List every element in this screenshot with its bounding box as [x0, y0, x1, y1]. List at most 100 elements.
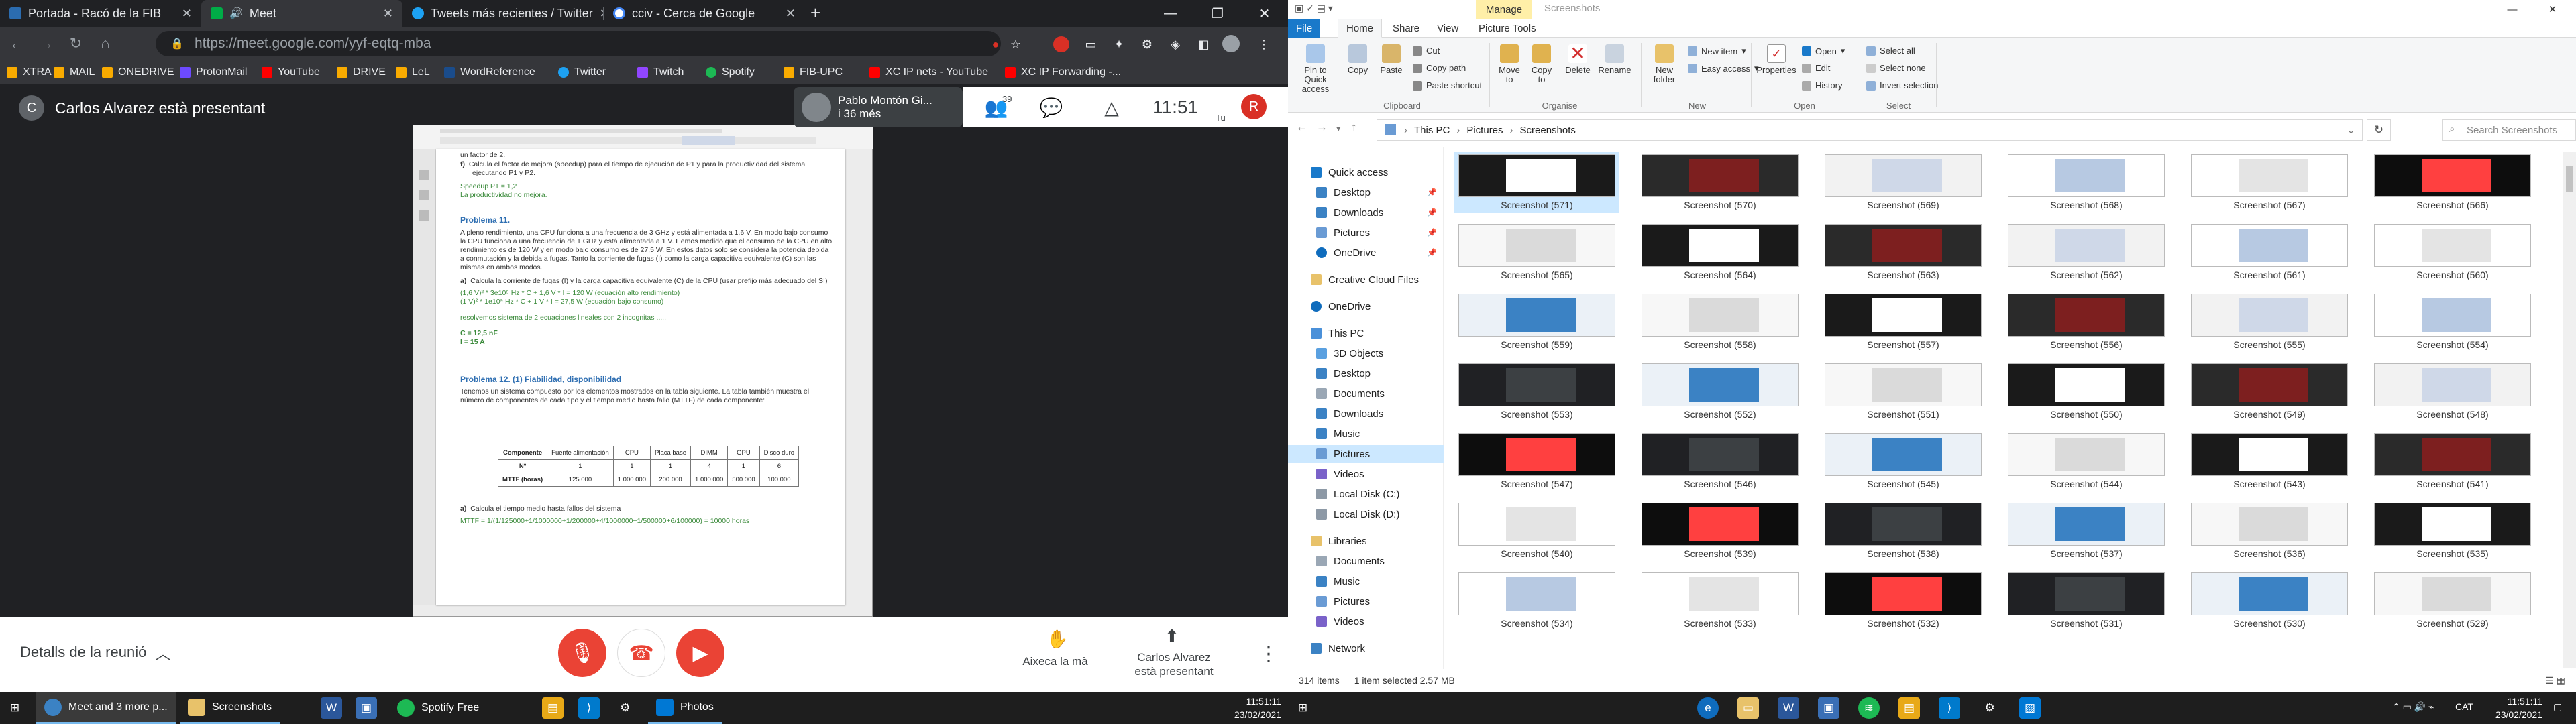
file-thumbnail[interactable]: Screenshot (558)	[1638, 291, 1803, 353]
nav-music[interactable]: Music	[1316, 425, 1360, 442]
file-thumbnail[interactable]: Screenshot (532)	[1821, 570, 1986, 631]
taskbar-explorer-screenshots[interactable]: Screenshots	[180, 692, 280, 724]
bookmark-fib-upc[interactable]: FIB-UPC	[784, 64, 843, 80]
move-to-button[interactable]: Move to	[1495, 44, 1524, 84]
select-none-button[interactable]: Select none	[1866, 63, 1926, 73]
meeting-details-button[interactable]: Detalls de la reunió	[20, 644, 146, 661]
bookmark-twitch[interactable]: Twitch	[637, 64, 684, 80]
search-input[interactable]: ⌕ Search Screenshots	[2442, 119, 2576, 141]
file-thumbnail[interactable]: Screenshot (535)	[2370, 500, 2535, 562]
word-icon[interactable]: W	[321, 697, 342, 719]
back-icon[interactable]: ←	[1296, 121, 1307, 134]
file-thumbnail[interactable]: Screenshot (529)	[2370, 570, 2535, 631]
file-thumbnail[interactable]: Screenshot (544)	[2004, 430, 2169, 492]
nav-downloads[interactable]: Downloads 📌	[1316, 204, 1444, 221]
nav-quick-access[interactable]: Quick access	[1311, 164, 1388, 181]
close-window-button[interactable]: ✕	[2529, 0, 2576, 19]
bookmark-onedrive[interactable]: ONEDRIVE	[102, 64, 174, 80]
file-thumbnail[interactable]: Screenshot (564)	[1638, 221, 1803, 283]
chevron-up-icon[interactable]: ︿	[156, 642, 170, 664]
open-button[interactable]: Open ▾	[1802, 46, 1845, 56]
share-tab[interactable]: Share	[1385, 19, 1428, 38]
recent-locations-icon[interactable]: ▾	[1336, 123, 1341, 134]
file-thumbnail[interactable]: Screenshot (550)	[2004, 361, 2169, 422]
copy-path-button[interactable]: Copy path	[1413, 63, 1466, 73]
breadcrumb-screenshots[interactable]: Screenshots	[1520, 125, 1576, 136]
pin-quick-access-button[interactable]: Pin to Quick access	[1292, 44, 1339, 94]
edit-button[interactable]: Edit	[1802, 63, 1830, 73]
file-thumbnail[interactable]: Screenshot (533)	[1638, 570, 1803, 631]
file-thumbnail[interactable]: Screenshot (539)	[1638, 500, 1803, 562]
nav-libraries[interactable]: Libraries	[1311, 532, 1367, 550]
file-thumbnail[interactable]: Screenshot (554)	[2370, 291, 2535, 353]
activities-icon[interactable]: △	[1095, 94, 1128, 121]
file-thumbnail[interactable]: Screenshot (571)	[1454, 152, 1619, 213]
bookmark-protonmail[interactable]: ProtonMail	[180, 64, 247, 80]
chat-icon[interactable]: 💬	[1034, 94, 1068, 121]
photos-icon[interactable]: ▨	[2019, 697, 2041, 719]
tab-racó-fib[interactable]: Portada - Racó de la FIB ✕	[0, 0, 201, 27]
nav-documents[interactable]: Documents	[1316, 385, 1385, 402]
close-window-button[interactable]: ✕	[1241, 0, 1288, 27]
file-thumbnail[interactable]: Screenshot (540)	[1454, 500, 1619, 562]
invert-selection-button[interactable]: Invert selection	[1866, 80, 1938, 90]
extension-red-icon[interactable]	[1053, 36, 1069, 52]
back-icon[interactable]: ←	[5, 32, 28, 55]
bookmark-twitter[interactable]: Twitter	[558, 64, 606, 80]
speaker-icon[interactable]: 🔊	[229, 7, 243, 20]
raise-hand-label[interactable]: Aixeca la mà	[1012, 654, 1099, 668]
new-folder-button[interactable]: New folder	[1648, 44, 1681, 84]
file-thumbnail[interactable]: Screenshot (559)	[1454, 291, 1619, 353]
view-tab[interactable]: View	[1429, 19, 1466, 38]
manage-tab[interactable]: Manage	[1476, 0, 1532, 19]
vertical-scrollbar[interactable]	[2563, 152, 2576, 668]
bookmark-lel[interactable]: LeL	[396, 64, 430, 80]
nav-lib-pictures[interactable]: Pictures	[1316, 593, 1370, 610]
file-thumbnail[interactable]: Screenshot (543)	[2187, 430, 2352, 492]
file-thumbnail[interactable]: Screenshot (555)	[2187, 291, 2352, 353]
taskbar-icon-2[interactable]: ▣	[356, 697, 377, 719]
extension-screen-icon[interactable]: ▭	[1081, 35, 1100, 54]
bookmark-xc-ip-nets[interactable]: XC IP nets - YouTube	[869, 64, 988, 80]
home-tab[interactable]: Home	[1338, 19, 1383, 38]
taskbar-icon-3[interactable]: ▤	[1898, 697, 1920, 719]
menu-dots-icon[interactable]: ⋮	[1254, 35, 1273, 54]
file-thumbnail[interactable]: Screenshot (567)	[2187, 152, 2352, 213]
notifications-icon[interactable]: ▢	[2553, 701, 2562, 713]
nav-local-disk-c[interactable]: Local Disk (C:)	[1316, 485, 1399, 503]
nav-lib-videos[interactable]: Videos	[1316, 613, 1364, 630]
new-item-button[interactable]: New item ▾	[1688, 46, 1746, 56]
nav-videos[interactable]: Videos	[1316, 465, 1364, 483]
file-thumbnail[interactable]: Screenshot (534)	[1454, 570, 1619, 631]
more-options-icon[interactable]: ⋮	[1258, 642, 1279, 666]
file-thumbnail[interactable]: Screenshot (565)	[1454, 221, 1619, 283]
nav-pc-downloads[interactable]: Downloads	[1316, 405, 1383, 422]
nav-this-pc[interactable]: This PC	[1311, 324, 1364, 342]
bookmark-xtra[interactable]: XTRA	[7, 64, 52, 80]
bookmark-wordreference[interactable]: WordReference	[444, 64, 535, 80]
edge-icon[interactable]: e	[1697, 697, 1719, 719]
file-thumbnail[interactable]: Screenshot (570)	[1638, 152, 1803, 213]
start-icon[interactable]: ⊞	[1292, 697, 1313, 719]
file-thumbnail[interactable]: Screenshot (549)	[2187, 361, 2352, 422]
tab-google-search[interactable]: cciv - Cerca de Google ✕	[604, 0, 805, 27]
taskbar-chrome-meet[interactable]: Meet and 3 more p...	[36, 692, 176, 724]
nav-network[interactable]: Network	[1311, 640, 1365, 657]
breadcrumb-pictures[interactable]: Pictures	[1466, 125, 1503, 136]
present-icon[interactable]: ⬆	[1165, 626, 1179, 647]
breadcrumb-this-pc[interactable]: This PC	[1414, 125, 1450, 136]
nav-3d-objects[interactable]: 3D Objects	[1316, 345, 1383, 362]
view-toggle-icon[interactable]: ☰ ▦	[2545, 675, 2565, 686]
file-thumbnail[interactable]: Screenshot (556)	[2004, 291, 2169, 353]
close-tab-icon[interactable]: ✕	[182, 7, 192, 21]
file-thumbnail[interactable]: Screenshot (562)	[2004, 221, 2169, 283]
extension-puzzle-icon[interactable]: ✦	[1110, 35, 1128, 54]
picture-tools-tab[interactable]: Picture Tools	[1470, 19, 1544, 38]
extension-icon-3[interactable]: ◧	[1194, 35, 1213, 54]
file-thumbnail[interactable]: Screenshot (538)	[1821, 500, 1986, 562]
mic-off-button[interactable]: 🎙	[558, 629, 606, 677]
close-tab-icon[interactable]: ✕	[786, 7, 796, 21]
paste-shortcut-button[interactable]: Paste shortcut	[1413, 80, 1482, 90]
history-button[interactable]: History	[1802, 80, 1842, 90]
nav-lib-music[interactable]: Music	[1316, 572, 1360, 590]
